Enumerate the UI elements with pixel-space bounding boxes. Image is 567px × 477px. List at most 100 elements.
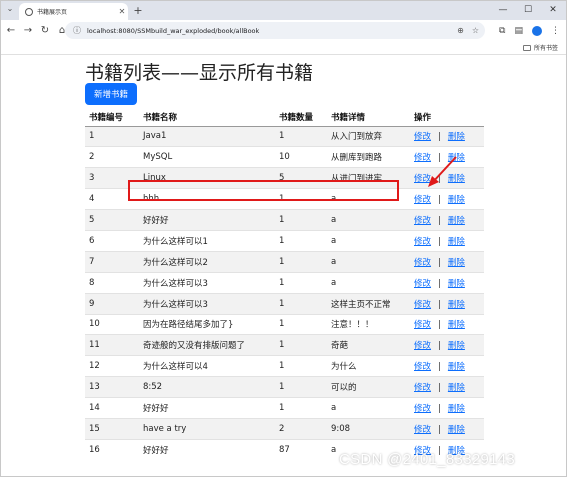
edit-link[interactable]: 修改 (414, 258, 431, 268)
minimize-button[interactable]: — (498, 3, 508, 17)
delete-link[interactable]: 删除 (448, 362, 465, 372)
table-row: 1 Java1 1 从入门到放弃 修改 | 删除 (85, 125, 484, 147)
tab-search-icon[interactable]: ⌄ (5, 4, 15, 13)
cell-actions: 修改 | 删除 (410, 334, 484, 356)
edit-link[interactable]: 修改 (414, 237, 431, 247)
address-bar[interactable]: ⓘ localhost:8080/SSMbuild_war_exploded/b… (65, 22, 485, 39)
close-window-button[interactable]: ✕ (548, 3, 558, 17)
cell-name: MySQL (139, 146, 275, 168)
cell-count: 1 (275, 125, 327, 147)
cell-id: 16 (85, 438, 139, 461)
cell-actions: 修改 | 删除 (410, 376, 484, 398)
edit-link[interactable]: 修改 (414, 341, 431, 351)
bookmark-folder-label: 所有书签 (533, 45, 558, 52)
table-row: 6 为什么这样可以1 1 a 修改 | 删除 (85, 229, 484, 252)
cell-id: 12 (85, 355, 139, 377)
cell-detail: 9:08 (327, 417, 410, 440)
delete-link[interactable]: 删除 (448, 279, 465, 289)
close-tab-icon[interactable]: ✕ (116, 7, 128, 16)
cell-name: 好好好 (139, 397, 275, 419)
table-row: 9 为什么这样可以3 1 这样主页不正常 修改 | 删除 (85, 292, 484, 315)
edit-link[interactable]: 修改 (414, 362, 431, 372)
cell-count: 1 (275, 397, 327, 419)
cell-count: 1 (275, 271, 327, 294)
delete-link[interactable]: 删除 (448, 383, 465, 393)
window-controls: — ☐ ✕ (498, 3, 558, 17)
delete-link[interactable]: 删除 (448, 341, 465, 351)
table-body: 1 Java1 1 从入门到放弃 修改 | 删除 2 MySQL 10 从删库到跑路 修改 | 删除 3 Li… (85, 125, 484, 461)
table-header-row: 书籍编号 书籍名称 书籍数量 书籍详情 操作 (85, 108, 484, 127)
menu-icon[interactable]: ⋮ (551, 26, 560, 36)
cell-actions: 修改 | 删除 (410, 125, 484, 147)
toolbar-actions: ⧉ ▤ ⋮ (499, 22, 560, 39)
new-tab-icon[interactable]: + (132, 3, 144, 18)
edit-link[interactable]: 修改 (414, 300, 431, 310)
globe-icon (25, 7, 33, 16)
cell-name: 奇迹般的又没有排版问题了 (139, 334, 275, 356)
header-name: 书籍名称 (139, 108, 275, 127)
action-separator: | (438, 362, 441, 373)
back-icon[interactable]: ← (4, 25, 18, 36)
forward-icon[interactable]: → (21, 25, 35, 36)
arrow-annotation (428, 156, 457, 187)
edit-link[interactable]: 修改 (414, 425, 431, 435)
cell-name: 8:52 (139, 376, 275, 398)
delete-link[interactable]: 删除 (448, 216, 465, 226)
cell-count: 10 (275, 146, 327, 168)
action-separator: | (438, 257, 441, 268)
edit-link[interactable]: 修改 (414, 383, 431, 393)
edit-link[interactable]: 修改 (414, 320, 431, 330)
tab-title: 书籍展示页 (37, 9, 68, 16)
extensions-icon[interactable]: ⧉ (499, 26, 505, 36)
page-title: 书籍列表——显示所有书籍 (85, 62, 314, 84)
action-separator: | (438, 341, 441, 352)
maximize-button[interactable]: ☐ (523, 3, 533, 17)
zoom-icon[interactable]: ⊕ (457, 23, 464, 38)
cell-id: 6 (85, 229, 139, 252)
cell-count: 1 (275, 229, 327, 252)
cell-actions: 修改 | 删除 (410, 271, 484, 294)
add-book-button[interactable]: 新增书籍 (85, 83, 137, 105)
cell-name: 好好好 (139, 209, 275, 231)
all-bookmarks-folder[interactable]: 所有书签 (522, 43, 558, 52)
browser-tab[interactable]: 书籍展示页 ✕ (19, 3, 128, 20)
cell-id: 1 (85, 125, 139, 147)
edit-link[interactable]: 修改 (414, 404, 431, 414)
cell-count: 1 (275, 292, 327, 315)
cell-detail: 为什么 (327, 355, 410, 377)
delete-link[interactable]: 删除 (448, 425, 465, 435)
delete-link[interactable]: 删除 (448, 258, 465, 268)
cell-count: 1 (275, 250, 327, 273)
action-separator: | (438, 320, 441, 331)
cell-detail: 这样主页不正常 (327, 292, 410, 315)
delete-link[interactable]: 删除 (448, 195, 465, 205)
folder-icon (522, 44, 531, 51)
delete-link[interactable]: 删除 (448, 404, 465, 414)
cell-name: 为什么这样可以3 (139, 271, 275, 294)
delete-link[interactable]: 删除 (448, 132, 465, 142)
edit-link[interactable]: 修改 (414, 132, 431, 142)
table-row: 10 因为在路径结尾多加了} 1 注意！！！ 修改 | 删除 (85, 313, 484, 335)
cell-name: 为什么这样可以3 (139, 292, 275, 315)
side-panel-icon[interactable]: ▤ (514, 26, 523, 36)
delete-link[interactable]: 删除 (448, 320, 465, 330)
edit-link[interactable]: 修改 (414, 216, 431, 226)
cell-name: 因为在路径结尾多加了} (139, 313, 275, 335)
site-info-icon[interactable]: ⓘ (73, 25, 81, 36)
url-text[interactable]: localhost:8080/SSMbuild_war_exploded/boo… (87, 27, 259, 35)
browser-toolbar: ← → ↻ ⌂ ⓘ localhost:8080/SSMbuild_war_ex… (1, 20, 566, 41)
edit-link[interactable]: 修改 (414, 195, 431, 205)
action-separator: | (438, 383, 441, 394)
cell-count: 1 (275, 355, 327, 377)
cell-actions: 修改 | 删除 (410, 209, 484, 231)
delete-link[interactable]: 删除 (448, 300, 465, 310)
profile-avatar[interactable] (532, 25, 542, 36)
cell-actions: 修改 | 删除 (410, 229, 484, 252)
cell-name: 为什么这样可以1 (139, 229, 275, 252)
bookmark-star-icon[interactable]: ☆ (472, 23, 479, 38)
header-detail: 书籍详情 (327, 108, 410, 127)
reload-icon[interactable]: ↻ (38, 25, 52, 36)
delete-link[interactable]: 删除 (448, 237, 465, 247)
table-row: 11 奇迹般的又没有排版问题了 1 奇葩 修改 | 删除 (85, 334, 484, 356)
edit-link[interactable]: 修改 (414, 279, 431, 289)
